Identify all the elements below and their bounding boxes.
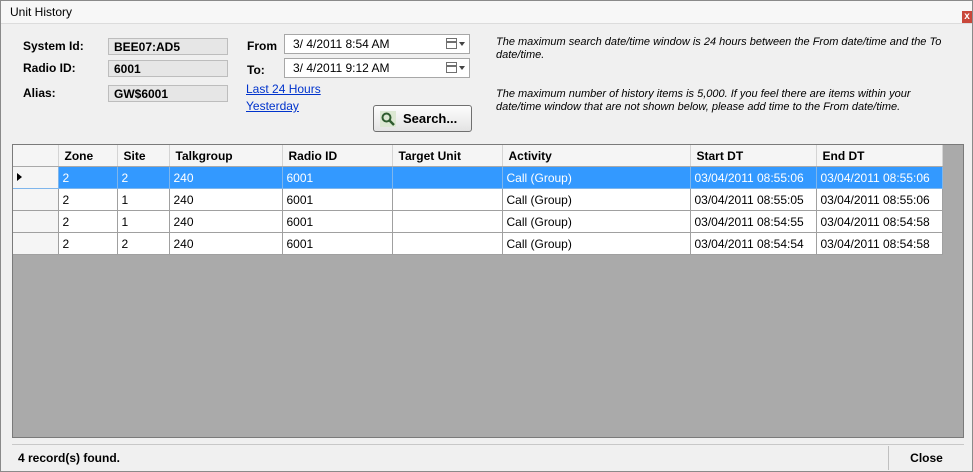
cell-radio-id[interactable]: 6001 bbox=[282, 232, 393, 255]
to-datetime-picker[interactable]: 3/ 4/2011 9:12 AM bbox=[284, 58, 470, 78]
cell-start-dt[interactable]: 03/04/2011 08:54:54 bbox=[690, 232, 817, 255]
column-header-activity[interactable]: Activity bbox=[502, 145, 691, 167]
cell-talkgroup[interactable]: 240 bbox=[169, 188, 283, 211]
cell-radio-id[interactable]: 6001 bbox=[282, 210, 393, 233]
from-datetime-picker[interactable]: 3/ 4/2011 8:54 AM bbox=[284, 34, 470, 54]
yesterday-link[interactable]: Yesterday bbox=[246, 99, 299, 113]
cell-zone[interactable]: 2 bbox=[58, 232, 118, 255]
radio-id-label: Radio ID: bbox=[23, 61, 76, 75]
row-header[interactable] bbox=[13, 166, 59, 189]
alias-label: Alias: bbox=[23, 86, 56, 100]
alias-value: GW$6001 bbox=[108, 85, 228, 102]
column-header-radio-id[interactable]: Radio ID bbox=[282, 145, 393, 167]
cell-site[interactable]: 2 bbox=[117, 232, 170, 255]
row-header[interactable] bbox=[13, 232, 59, 255]
cell-start-dt[interactable]: 03/04/2011 08:55:05 bbox=[690, 188, 817, 211]
window-close-icon[interactable]: x bbox=[962, 11, 972, 23]
record-count-status: 4 record(s) found. bbox=[18, 451, 121, 465]
cell-radio-id[interactable]: 6001 bbox=[282, 166, 393, 189]
unit-history-window: Unit History x System Id: BEE07:AD5 Radi… bbox=[0, 0, 973, 472]
cell-talkgroup[interactable]: 240 bbox=[169, 232, 283, 255]
cell-target-unit[interactable] bbox=[392, 210, 503, 233]
to-datetime-value: 3/ 4/2011 9:12 AM bbox=[293, 61, 390, 75]
cell-target-unit[interactable] bbox=[392, 232, 503, 255]
history-table: Zone Site Talkgroup Radio ID Target Unit… bbox=[13, 145, 943, 255]
cell-zone[interactable]: 2 bbox=[58, 188, 118, 211]
cell-talkgroup[interactable]: 240 bbox=[169, 210, 283, 233]
cell-activity[interactable]: Call (Group) bbox=[502, 232, 691, 255]
cell-start-dt[interactable]: 03/04/2011 08:54:55 bbox=[690, 210, 817, 233]
search-window-note: The maximum search date/time window is 2… bbox=[496, 36, 942, 61]
column-header-start-dt[interactable]: Start DT bbox=[690, 145, 817, 167]
row-header-corner bbox=[13, 145, 59, 167]
cell-activity[interactable]: Call (Group) bbox=[502, 166, 691, 189]
cell-end-dt[interactable]: 03/04/2011 08:54:58 bbox=[816, 232, 943, 255]
cell-activity[interactable]: Call (Group) bbox=[502, 188, 691, 211]
row-header[interactable] bbox=[13, 210, 59, 233]
history-grid[interactable]: Zone Site Talkgroup Radio ID Target Unit… bbox=[12, 144, 964, 438]
cell-start-dt[interactable]: 03/04/2011 08:55:06 bbox=[690, 166, 817, 189]
cell-radio-id[interactable]: 6001 bbox=[282, 188, 393, 211]
calendar-dropdown-icon[interactable] bbox=[446, 62, 466, 74]
cell-end-dt[interactable]: 03/04/2011 08:55:06 bbox=[816, 188, 943, 211]
cell-zone[interactable]: 2 bbox=[58, 166, 118, 189]
cell-end-dt[interactable]: 03/04/2011 08:54:58 bbox=[816, 210, 943, 233]
column-header-target-unit[interactable]: Target Unit bbox=[392, 145, 503, 167]
cell-activity[interactable]: Call (Group) bbox=[502, 210, 691, 233]
from-label: From bbox=[247, 39, 277, 53]
cell-zone[interactable]: 2 bbox=[58, 210, 118, 233]
window-title: Unit History bbox=[10, 5, 73, 19]
calendar-dropdown-icon[interactable] bbox=[446, 38, 466, 50]
max-items-note: The maximum number of history items is 5… bbox=[496, 88, 911, 113]
last-24-hours-link[interactable]: Last 24 Hours bbox=[246, 82, 321, 96]
column-header-talkgroup[interactable]: Talkgroup bbox=[169, 145, 283, 167]
title-bar: Unit History x bbox=[1, 1, 972, 24]
cell-site[interactable]: 1 bbox=[117, 210, 170, 233]
cell-target-unit[interactable] bbox=[392, 188, 503, 211]
to-label: To: bbox=[247, 63, 265, 77]
current-row-pointer-icon bbox=[17, 173, 22, 181]
table-row[interactable]: 2 1 240 6001 Call (Group) 03/04/2011 08:… bbox=[13, 188, 943, 211]
column-header-end-dt[interactable]: End DT bbox=[816, 145, 943, 167]
column-header-site[interactable]: Site bbox=[117, 145, 170, 167]
table-row[interactable]: 2 2 240 6001 Call (Group) 03/04/2011 08:… bbox=[13, 166, 943, 189]
cell-target-unit[interactable] bbox=[392, 166, 503, 189]
cell-site[interactable]: 2 bbox=[117, 166, 170, 189]
system-id-label: System Id: bbox=[23, 39, 84, 53]
search-button[interactable]: Search... bbox=[373, 105, 472, 132]
cell-site[interactable]: 1 bbox=[117, 188, 170, 211]
table-header-row: Zone Site Talkgroup Radio ID Target Unit… bbox=[13, 145, 943, 167]
row-header[interactable] bbox=[13, 188, 59, 211]
magnifier-icon bbox=[380, 111, 396, 127]
search-button-label: Search... bbox=[403, 111, 458, 126]
radio-id-value: 6001 bbox=[108, 60, 228, 77]
table-row[interactable]: 2 1 240 6001 Call (Group) 03/04/2011 08:… bbox=[13, 210, 943, 233]
cell-talkgroup[interactable]: 240 bbox=[169, 166, 283, 189]
from-datetime-value: 3/ 4/2011 8:54 AM bbox=[293, 37, 390, 51]
system-id-value: BEE07:AD5 bbox=[108, 38, 228, 55]
table-row[interactable]: 2 2 240 6001 Call (Group) 03/04/2011 08:… bbox=[13, 232, 943, 255]
column-header-zone[interactable]: Zone bbox=[58, 145, 118, 167]
cell-end-dt[interactable]: 03/04/2011 08:55:06 bbox=[816, 166, 943, 189]
close-button[interactable]: Close bbox=[888, 446, 964, 470]
status-bar: 4 record(s) found. Close bbox=[12, 444, 964, 470]
